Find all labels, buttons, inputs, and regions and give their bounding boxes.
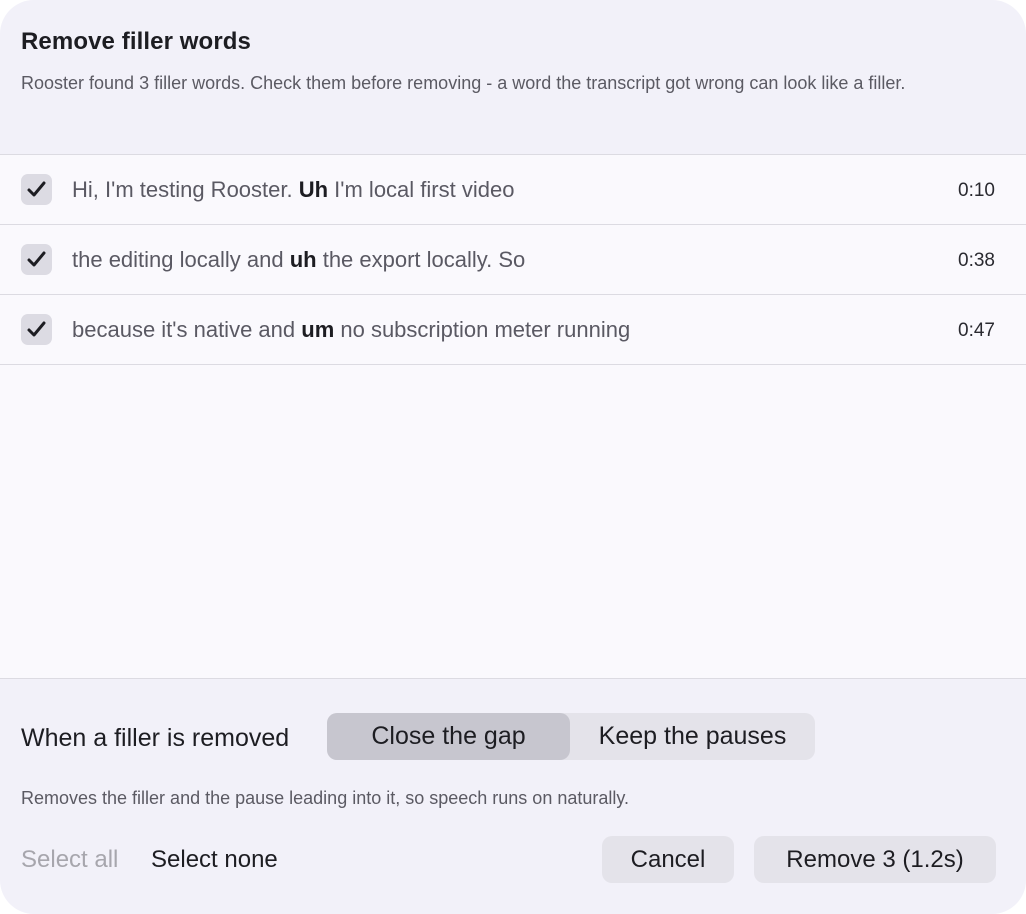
- segment-keep-the-pauses[interactable]: Keep the pauses: [570, 713, 815, 760]
- remove-button[interactable]: Remove 3 (1.2s): [754, 836, 996, 883]
- context-after: no subscription meter running: [334, 317, 631, 342]
- filler-checkbox[interactable]: [21, 314, 52, 345]
- filler-row[interactable]: Hi, I'm testing Rooster. Uh I'm local fi…: [0, 155, 1026, 225]
- filler-list: Hi, I'm testing Rooster. Uh I'm local fi…: [0, 155, 1026, 365]
- filler-row[interactable]: because it's native and um no subscripti…: [0, 295, 1026, 365]
- filler-word: Uh: [298, 177, 329, 202]
- filler-timestamp: 0:10: [958, 180, 995, 201]
- segment-close-the-gap[interactable]: Close the gap: [327, 713, 570, 760]
- filler-context: because it's native and um no subscripti…: [72, 317, 630, 343]
- filler-timestamp: 0:47: [958, 320, 995, 341]
- context-before: because it's native and: [72, 317, 302, 342]
- context-after: the export locally. So: [316, 247, 526, 272]
- filler-timestamp: 0:38: [958, 250, 995, 271]
- select-all-button[interactable]: Select all: [21, 846, 118, 874]
- removal-mode-segmented-control: Close the gap Keep the pauses: [327, 713, 815, 760]
- dialog-footer: When a filler is removed Close the gap K…: [0, 678, 1026, 914]
- checkmark-icon: [27, 321, 46, 337]
- filler-checkbox[interactable]: [21, 244, 52, 275]
- filler-context: the editing locally and uh the export lo…: [72, 247, 525, 273]
- removal-mode-label: When a filler is removed: [21, 724, 290, 752]
- filler-row[interactable]: the editing locally and uh the export lo…: [0, 225, 1026, 295]
- dialog-title: Remove filler words: [21, 28, 251, 55]
- context-before: Hi, I'm testing Rooster.: [72, 177, 299, 202]
- filler-word: uh: [289, 247, 317, 272]
- dialog-subtitle: Rooster found 3 filler words. Check them…: [21, 73, 906, 93]
- filler-checkbox[interactable]: [21, 174, 52, 205]
- context-before: the editing locally and: [72, 247, 290, 272]
- filler-word: um: [301, 317, 335, 342]
- checkmark-icon: [27, 251, 46, 267]
- select-none-button[interactable]: Select none: [151, 846, 278, 874]
- filler-context: Hi, I'm testing Rooster. Uh I'm local fi…: [72, 177, 514, 203]
- cancel-button[interactable]: Cancel: [602, 836, 734, 883]
- context-after: I'm local first video: [328, 177, 515, 202]
- checkmark-icon: [27, 181, 46, 197]
- dialog-header: Remove filler words Rooster found 3 fill…: [0, 0, 1026, 155]
- removal-mode-description: Removes the filler and the pause leading…: [21, 788, 630, 808]
- remove-filler-dialog: Remove filler words Rooster found 3 fill…: [0, 0, 1026, 914]
